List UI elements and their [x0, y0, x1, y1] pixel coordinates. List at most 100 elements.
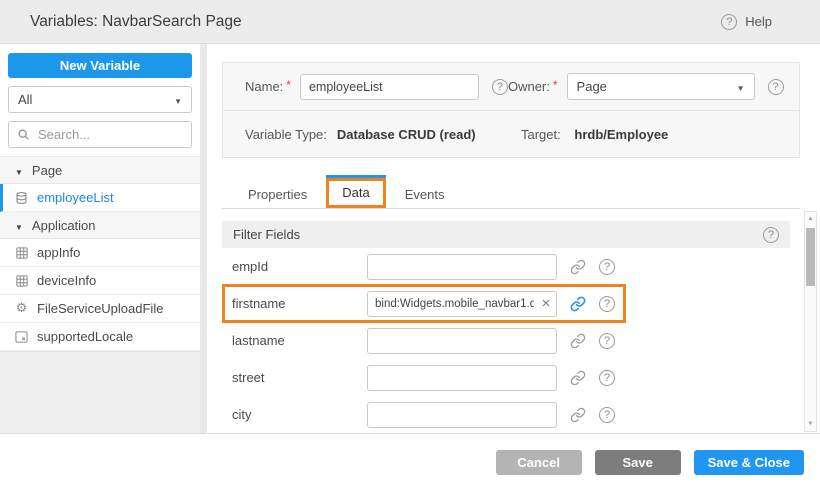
tree-item-label: FileServiceUploadFile — [37, 301, 163, 316]
variables-dialog: Variables: NavbarSearch Page Help New Va… — [0, 0, 820, 490]
bind-link-icon[interactable] — [570, 407, 586, 423]
tree-item-label: appInfo — [37, 245, 80, 260]
search-icon — [17, 128, 30, 141]
caret-down-icon — [15, 218, 23, 233]
target-value: hrdb/Employee — [574, 127, 668, 142]
field-help-icon[interactable] — [599, 259, 615, 275]
variable-tree: Page employeeList Application ap — [0, 156, 200, 433]
field-row-city: city — [222, 396, 790, 433]
tree-item-fileserviceuploadfile[interactable]: FileServiceUploadFile — [0, 295, 200, 323]
field-row-empid: empId — [222, 248, 790, 285]
name-owner-row: Name: * Owner: * Page — [223, 63, 799, 110]
name-help-icon[interactable] — [492, 79, 508, 95]
filter-fields-header: Filter Fields — [222, 221, 790, 248]
variable-type-group: Variable Type: Database CRUD (read) — [245, 127, 521, 142]
chevron-down-icon — [737, 79, 745, 94]
tree-group-application[interactable]: Application — [0, 212, 200, 239]
name-label: Name: — [245, 79, 283, 94]
grid-icon — [14, 247, 29, 259]
target-group: Target: hrdb/Employee — [521, 127, 668, 142]
tab-data[interactable]: Data — [329, 181, 382, 205]
tree-item-label: deviceInfo — [37, 273, 96, 288]
bind-link-icon[interactable] — [570, 296, 586, 312]
required-marker: * — [286, 78, 291, 92]
variable-filter-value: All — [18, 92, 32, 107]
field-row-street: street — [222, 359, 790, 396]
owner-help-icon[interactable] — [768, 79, 784, 95]
tree-group-label: Application — [32, 218, 96, 233]
scroll-down-icon[interactable] — [808, 421, 814, 427]
gear-icon — [14, 302, 29, 315]
owner-group: Owner: * Page — [508, 73, 784, 100]
filter-fields-help-icon[interactable] — [763, 227, 779, 243]
save-button[interactable]: Save — [595, 450, 681, 475]
bind-link-icon[interactable] — [570, 370, 586, 386]
field-label: street — [232, 370, 367, 385]
clear-binding-icon[interactable] — [536, 296, 556, 311]
street-input[interactable] — [367, 365, 557, 391]
required-marker: * — [553, 78, 558, 92]
empid-input[interactable] — [367, 254, 557, 280]
tab-events[interactable]: Events — [389, 182, 461, 208]
tree-item-label: employeeList — [37, 190, 114, 205]
variable-type-value: Database CRUD (read) — [337, 127, 476, 142]
locale-icon — [14, 331, 29, 343]
owner-value: Page — [577, 79, 607, 94]
sidebar-filler — [0, 351, 200, 433]
field-help-icon[interactable] — [599, 407, 615, 423]
target-label: Target: — [521, 127, 561, 142]
tree-group-label: Page — [32, 163, 62, 178]
field-label: firstname — [232, 296, 367, 311]
city-input[interactable] — [367, 402, 557, 428]
owner-select[interactable]: Page — [567, 73, 755, 100]
firstname-input-group — [367, 291, 557, 317]
main-panel: Name: * Owner: * Page — [207, 44, 820, 433]
tree-item-label: supportedLocale — [37, 329, 133, 344]
section-title: Filter Fields — [233, 227, 300, 242]
database-icon — [14, 191, 29, 205]
help-label: Help — [745, 14, 772, 29]
bind-link-icon[interactable] — [570, 259, 586, 275]
save-close-button[interactable]: Save & Close — [694, 450, 804, 475]
variable-filter-select[interactable]: All — [8, 86, 192, 113]
lastname-input[interactable] — [367, 328, 557, 354]
cancel-button[interactable]: Cancel — [496, 450, 582, 475]
variable-info-panel: Name: * Owner: * Page — [222, 62, 800, 158]
field-row-lastname: lastname — [222, 322, 790, 359]
field-label: lastname — [232, 333, 367, 348]
search-input[interactable] — [36, 126, 183, 143]
type-target-row: Variable Type: Database CRUD (read) Targ… — [223, 110, 799, 157]
page-title: Variables: NavbarSearch Page — [30, 13, 721, 31]
caret-down-icon — [15, 163, 23, 178]
field-label: empId — [232, 259, 367, 274]
filter-fields-section: Filter Fields empId firstname — [222, 221, 790, 433]
field-help-icon[interactable] — [599, 333, 615, 349]
name-input[interactable] — [300, 74, 479, 100]
owner-label: Owner: — [508, 79, 550, 94]
search-box — [8, 121, 192, 148]
field-help-icon[interactable] — [599, 370, 615, 386]
tree-item-employeelist[interactable]: employeeList — [0, 184, 200, 212]
tab-properties[interactable]: Properties — [232, 182, 323, 208]
firstname-input[interactable] — [368, 298, 536, 310]
dialog-header: Variables: NavbarSearch Page Help — [0, 0, 820, 44]
variable-type-label: Variable Type: — [245, 127, 327, 142]
sidebar-divider — [200, 44, 207, 433]
scroll-up-icon[interactable] — [808, 216, 814, 222]
new-variable-button[interactable]: New Variable — [8, 53, 192, 78]
field-help-icon[interactable] — [599, 296, 615, 312]
tree-item-supportedlocale[interactable]: supportedLocale — [0, 323, 200, 351]
field-label: city — [232, 407, 367, 422]
bind-link-icon[interactable] — [570, 333, 586, 349]
tree-group-page[interactable]: Page — [0, 157, 200, 184]
tree-item-appinfo[interactable]: appInfo — [0, 239, 200, 267]
chevron-down-icon — [174, 92, 182, 107]
vertical-scrollbar[interactable] — [804, 211, 817, 432]
dialog-body: New Variable All Page employeeLis — [0, 44, 820, 433]
tree-item-deviceinfo[interactable]: deviceInfo — [0, 267, 200, 295]
scrollbar-thumb[interactable] — [806, 228, 815, 286]
help-button[interactable]: Help — [721, 14, 772, 30]
active-tab-indicator — [326, 175, 385, 178]
question-circle-icon — [721, 14, 737, 30]
sidebar: New Variable All Page employeeLis — [0, 44, 200, 433]
